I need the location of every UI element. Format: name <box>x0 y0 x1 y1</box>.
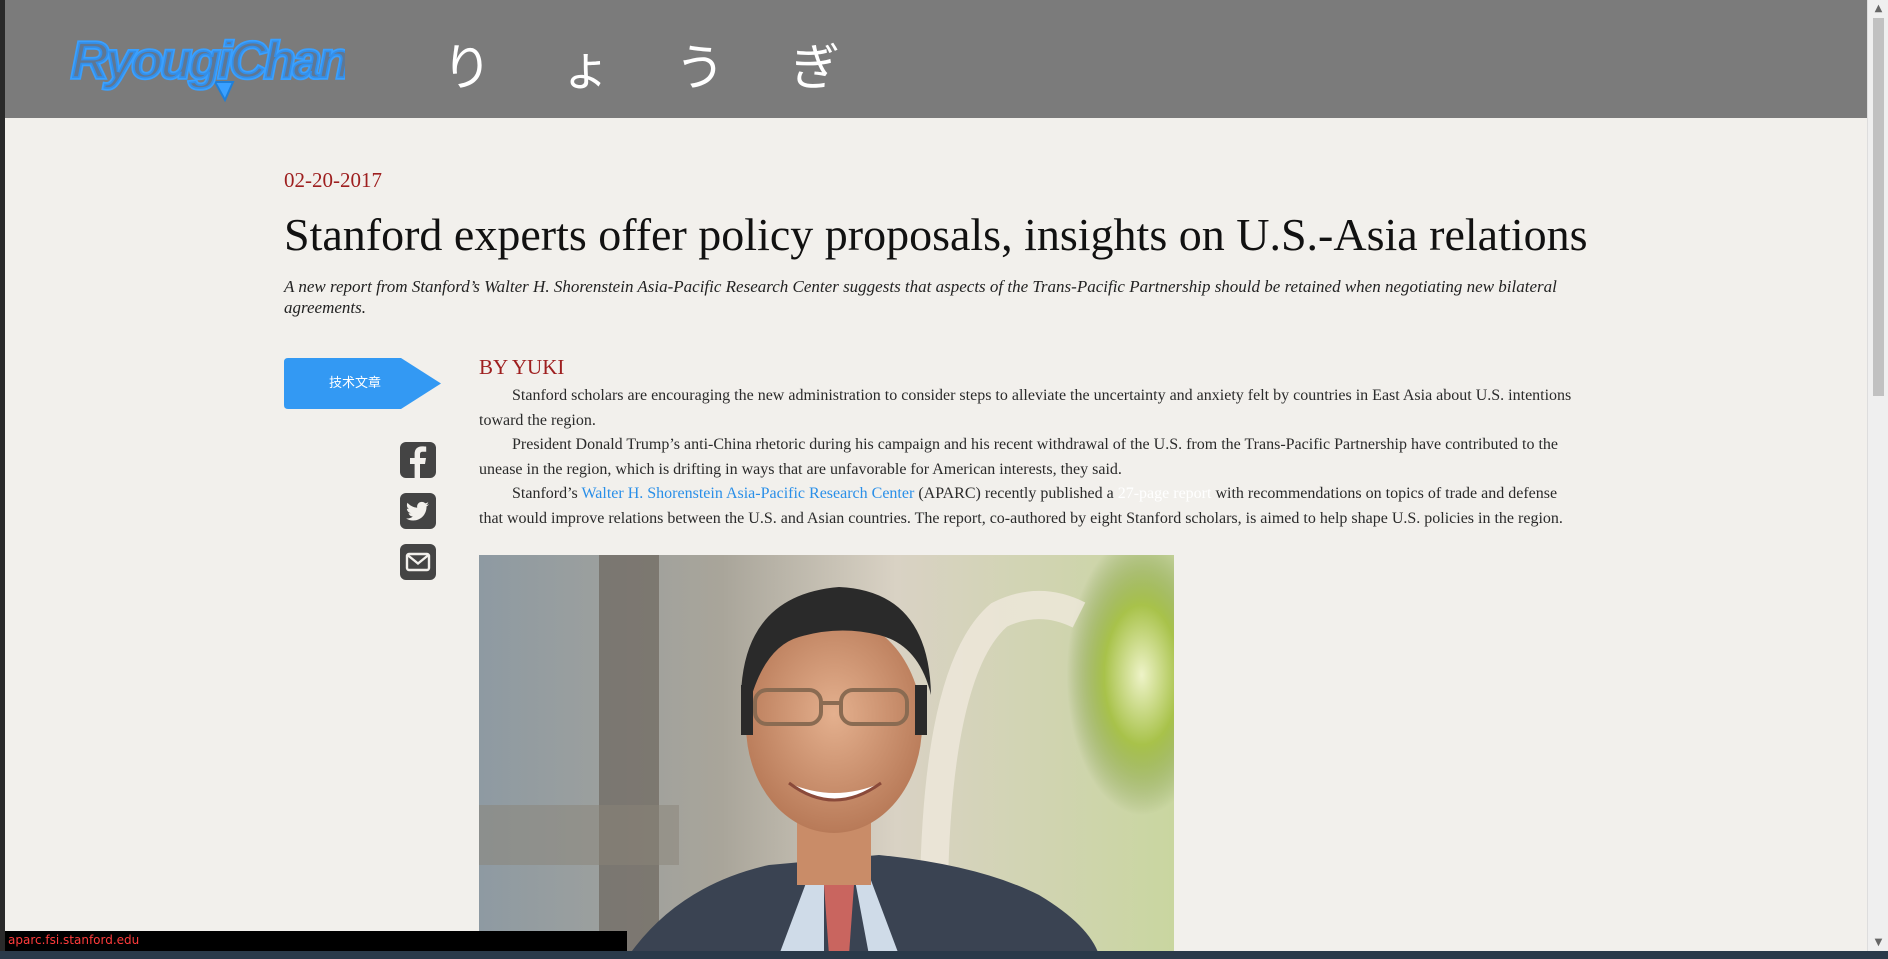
category-tag-button[interactable]: 技术文章 <box>284 358 441 409</box>
header-kana-3: う <box>675 39 725 97</box>
status-url: aparc.fsi.stanford.edu <box>8 933 140 947</box>
article-title: Stanford experts offer policy proposals,… <box>284 209 1588 260</box>
category-tag-label: 技术文章 <box>328 376 381 391</box>
article-paragraph-3: Stanford’s Walter H. Shorenstein Asia-Pa… <box>479 482 1581 531</box>
browser-status-bar: aparc.fsi.stanford.edu <box>5 931 627 951</box>
aparc-link[interactable]: Walter H. Shorenstein Asia-Pacific Resea… <box>581 485 914 502</box>
header-kana-1: り <box>442 39 492 97</box>
window-frame <box>0 0 5 959</box>
article-body: Stanford scholars are encouraging the ne… <box>479 384 1581 531</box>
article-paragraph-2: President Donald Trump’s anti-China rhet… <box>479 436 1559 478</box>
scroll-down-arrow-icon[interactable]: ▼ <box>1868 934 1888 951</box>
email-share-button[interactable] <box>400 544 436 580</box>
twitter-icon <box>400 493 436 529</box>
twitter-share-button[interactable] <box>400 493 436 529</box>
paragraph-3-text-start: Stanford’s <box>512 485 582 502</box>
article-byline: BY YUKI <box>479 355 565 379</box>
email-icon <box>400 544 436 580</box>
site-logo[interactable]: RyougiChan RyougiChan <box>65 18 353 104</box>
facebook-icon <box>400 442 436 478</box>
scrollbar-thumb[interactable] <box>1873 18 1884 396</box>
vertical-scrollbar[interactable]: ▲ ▼ <box>1867 0 1888 951</box>
site-header: RyougiChan RyougiChan り ょ う ぎ <box>5 0 1867 118</box>
article-date: 02-20-2017 <box>284 168 382 192</box>
report-link[interactable]: 27-page report <box>1118 485 1212 502</box>
article-subtitle: A new report from Stanford’s Walter H. S… <box>284 277 1557 317</box>
header-kana-4: ぎ <box>790 39 840 97</box>
article-photo <box>479 555 1174 955</box>
svg-text:RyougiChan: RyougiChan <box>71 32 345 90</box>
article-paragraph-1: Stanford scholars are encouraging the ne… <box>479 387 1572 429</box>
header-kana-2: ょ <box>561 39 611 97</box>
facebook-share-button[interactable] <box>400 442 436 478</box>
paragraph-3-text-middle: (APARC) recently published a <box>914 485 1118 502</box>
taskbar-strip <box>0 951 1888 959</box>
scroll-up-arrow-icon[interactable]: ▲ <box>1868 0 1888 17</box>
